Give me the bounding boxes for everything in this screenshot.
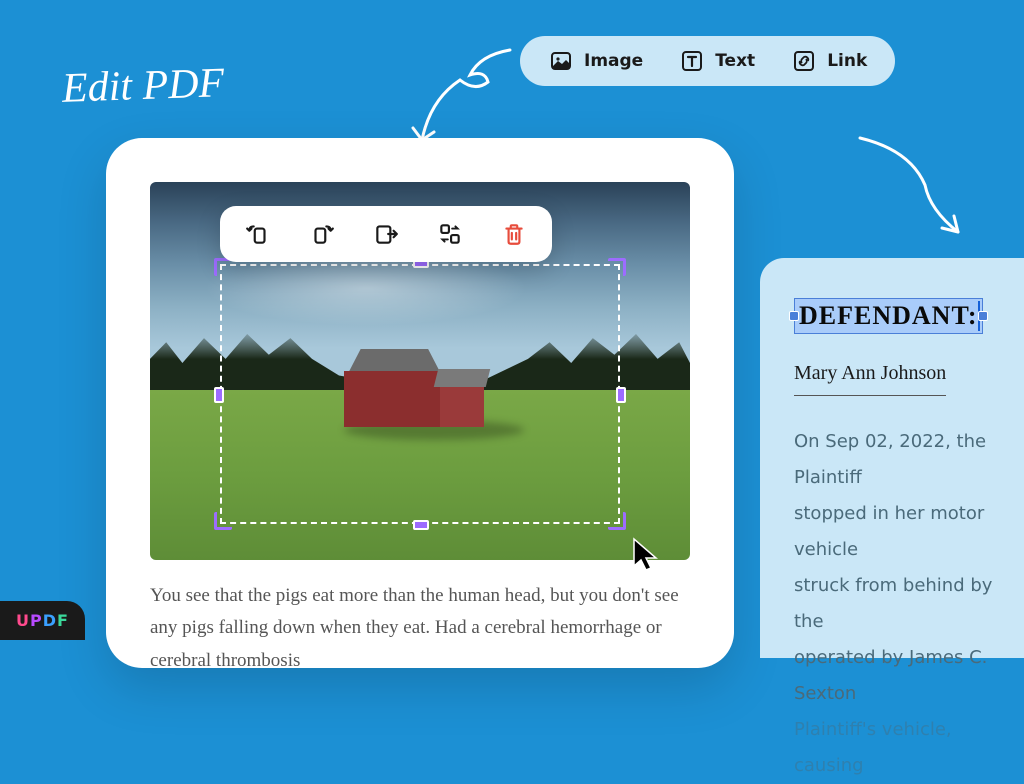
toolbar-link[interactable]: Link (791, 48, 867, 74)
delete-image-button[interactable] (500, 220, 528, 248)
resize-handle-tr[interactable] (608, 258, 626, 276)
text-icon (679, 48, 705, 74)
toolbar-image[interactable]: Image (548, 48, 643, 74)
text-selection[interactable]: DEFENDANT: (794, 298, 983, 334)
side-line: stopped in her motor vehicle (794, 496, 1024, 568)
photo-wrap (150, 182, 690, 560)
side-line: struck from behind by the (794, 568, 1024, 640)
document-body-text: You see that the pigs eat more than the … (150, 580, 690, 677)
toolbar-text[interactable]: Text (679, 48, 755, 74)
hero-title: Edit PDF (61, 59, 225, 113)
side-body-text: On Sep 02, 2022, the Plaintiff stopped i… (794, 424, 1024, 784)
link-icon (791, 48, 817, 74)
toolbar-text-label: Text (715, 51, 755, 71)
defendant-heading: DEFENDANT: (799, 301, 978, 330)
resize-handle-br[interactable] (608, 512, 626, 530)
side-line: Plaintiff's vehicle, causing (794, 712, 1024, 784)
cursor-icon (630, 536, 664, 576)
side-line: On Sep 02, 2022, the Plaintiff (794, 424, 1024, 496)
image-edit-toolbar (220, 206, 552, 262)
side-line: operated by James C. Sexton (794, 640, 1024, 712)
arrow-curve-2 (850, 130, 990, 250)
resize-handle-rm[interactable] (616, 387, 626, 403)
updf-logo: UPDF (0, 601, 85, 640)
side-document: DEFENDANT: Mary Ann Johnson On Sep 02, 2… (760, 258, 1024, 658)
toolbar-image-label: Image (584, 51, 643, 71)
edit-toolbar: Image Text Link (520, 36, 895, 86)
image-selection-box[interactable] (220, 264, 620, 524)
document-card: You see that the pigs eat more than the … (106, 138, 734, 668)
resize-handle-bl[interactable] (214, 512, 232, 530)
replace-image-button[interactable] (436, 220, 464, 248)
defendant-name: Mary Ann Johnson (794, 362, 946, 396)
image-icon (548, 48, 574, 74)
extract-image-button[interactable] (372, 220, 400, 248)
resize-handle-bm[interactable] (413, 520, 429, 530)
rotate-left-button[interactable] (244, 220, 272, 248)
toolbar-link-label: Link (827, 51, 867, 71)
resize-handle-lm[interactable] (214, 387, 224, 403)
text-cursor (978, 301, 980, 331)
rotate-right-button[interactable] (308, 220, 336, 248)
